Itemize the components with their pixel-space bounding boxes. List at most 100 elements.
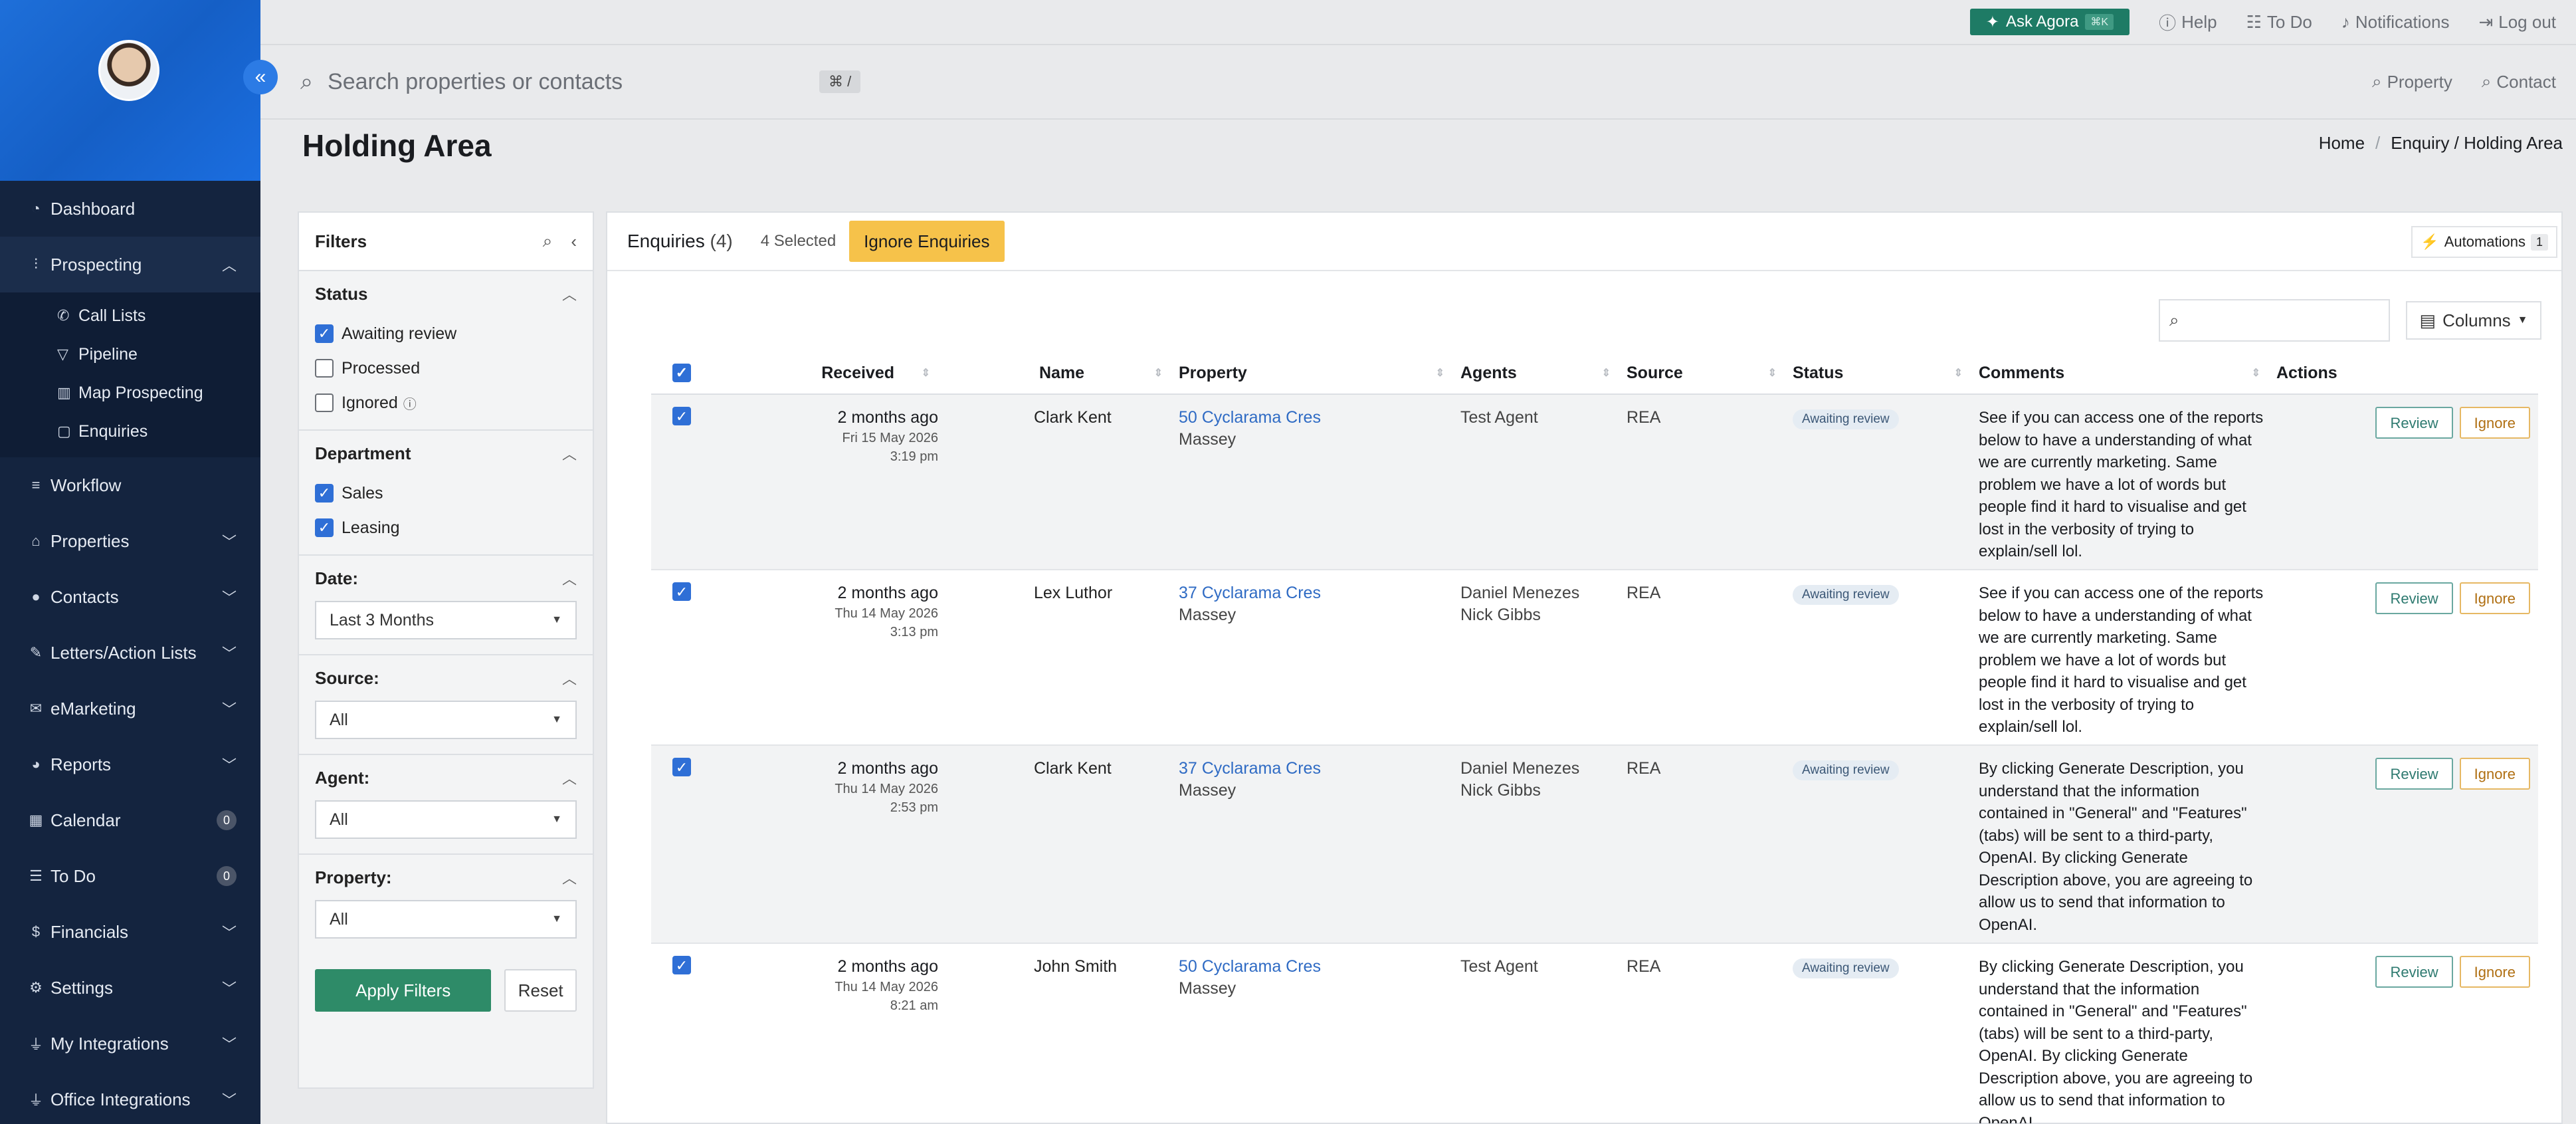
table-row[interactable]: ✓ 2 months ago Thu 14 May 2026 8:21 am Joh… bbox=[651, 944, 2538, 1123]
sidebar-item-emarketing[interactable]: ✉ eMarketing ﹀ bbox=[0, 681, 260, 736]
chevron-up-icon[interactable]: ︿ bbox=[562, 443, 577, 464]
column-comments[interactable]: Comments ⇕ bbox=[1973, 352, 2271, 394]
ignore-button[interactable]: Ignore bbox=[2459, 407, 2530, 439]
sidebar-item-settings[interactable]: ⚙ Settings ﹀ bbox=[0, 960, 260, 1016]
collapse-sidebar-icon[interactable]: « bbox=[243, 60, 278, 94]
review-button[interactable]: Review bbox=[2375, 407, 2453, 439]
ignore-button[interactable]: Ignore bbox=[2459, 956, 2530, 988]
search-icon[interactable]: ⌕ bbox=[543, 231, 553, 252]
chevron-up-icon[interactable]: ︿ bbox=[562, 867, 577, 888]
reset-filters-button[interactable]: Reset bbox=[504, 969, 577, 1012]
sidebar-item-prospecting[interactable]: ⫶ Prospecting ︿ bbox=[0, 237, 260, 292]
ignore-enquiries-button[interactable]: Ignore Enquiries bbox=[849, 221, 1005, 262]
search-property-button[interactable]: ⌕ Property bbox=[2372, 71, 2452, 92]
help-label: Help bbox=[2181, 11, 2217, 32]
property-link[interactable]: 50 Cyclarama Cres bbox=[1179, 407, 1455, 429]
row-checkbox[interactable]: ✓ bbox=[672, 956, 691, 974]
row-checkbox[interactable]: ✓ bbox=[672, 582, 691, 601]
sort-icon[interactable]: ⇕ bbox=[1154, 366, 1163, 380]
breadcrumb-home[interactable]: Home bbox=[2319, 133, 2365, 154]
todo-link[interactable]: ☷ To Do bbox=[2246, 12, 2312, 33]
column-name[interactable]: Name ⇕ bbox=[941, 352, 1173, 394]
search-contact-button[interactable]: ⌕ Contact bbox=[2482, 71, 2556, 92]
agents-cell: Test Agent bbox=[1455, 395, 1621, 569]
chevron-up-icon[interactable]: ︿ bbox=[562, 283, 577, 304]
chevron-left-icon[interactable]: ‹ bbox=[571, 231, 577, 252]
status-awaiting-review-checkbox[interactable]: ✓ Awaiting review bbox=[315, 316, 577, 351]
source-select[interactable]: All ▼ bbox=[315, 701, 577, 739]
sidebar-item-properties[interactable]: ⌂ Properties ﹀ bbox=[0, 513, 260, 569]
checkbox-unchecked[interactable] bbox=[315, 393, 334, 412]
apply-filters-button[interactable]: Apply Filters bbox=[315, 969, 492, 1012]
sidebar-item-office-integrations[interactable]: ⏚ Office Integrations ﹀ bbox=[0, 1071, 260, 1124]
calendar-icon: ▦ bbox=[29, 812, 43, 828]
table-search-input[interactable]: ⌕ bbox=[2159, 299, 2390, 342]
checkbox-checked[interactable]: ✓ bbox=[315, 484, 334, 503]
status-processed-checkbox[interactable]: Processed bbox=[315, 351, 577, 386]
date-select[interactable]: Last 3 Months ▼ bbox=[315, 601, 577, 639]
review-button[interactable]: Review bbox=[2375, 758, 2453, 790]
sidebar-item-pipeline[interactable]: ▽ Pipeline bbox=[0, 335, 260, 374]
department-sales-checkbox[interactable]: ✓ Sales bbox=[315, 476, 577, 510]
sidebar-item-map-prospecting[interactable]: ▥ Map Prospecting bbox=[0, 374, 260, 412]
agent-select[interactable]: All ▼ bbox=[315, 800, 577, 839]
table-row[interactable]: ✓ 2 months ago Fri 15 May 2026 3:19 pm Cla… bbox=[651, 395, 2538, 570]
sidebar-item-my-integrations[interactable]: ⏚ My Integrations ﹀ bbox=[0, 1016, 260, 1071]
table-row[interactable]: ✓ 2 months ago Thu 14 May 2026 2:53 pm Cla… bbox=[651, 746, 2538, 944]
columns-button[interactable]: ▤ Columns ▼ bbox=[2406, 301, 2541, 340]
column-label: Agents bbox=[1460, 363, 1517, 382]
column-status[interactable]: Status ⇕ bbox=[1787, 352, 1973, 394]
notifications-link[interactable]: ♪ Notifications bbox=[2341, 12, 2450, 33]
map-icon: ▥ bbox=[57, 384, 71, 401]
review-button[interactable]: Review bbox=[2375, 582, 2453, 614]
department-leasing-checkbox[interactable]: ✓ Leasing bbox=[315, 510, 577, 545]
column-source[interactable]: Source ⇕ bbox=[1621, 352, 1787, 394]
sidebar-item-reports[interactable]: ◕ Reports ﹀ bbox=[0, 736, 260, 792]
column-received[interactable]: Received ⇕ bbox=[715, 352, 941, 394]
help-link[interactable]: ⓘ Help bbox=[2159, 10, 2217, 35]
property-select[interactable]: All ▼ bbox=[315, 900, 577, 939]
checkbox-checked[interactable]: ✓ bbox=[315, 324, 334, 343]
row-checkbox[interactable]: ✓ bbox=[672, 407, 691, 425]
sort-icon[interactable]: ⇕ bbox=[1768, 366, 1777, 380]
logout-link[interactable]: ⇥ Log out bbox=[2478, 12, 2556, 33]
property-link[interactable]: 37 Cyclarama Cres bbox=[1179, 582, 1455, 604]
row-checkbox[interactable]: ✓ bbox=[672, 758, 691, 776]
search-input[interactable]: Search properties or contacts bbox=[328, 69, 819, 95]
sidebar-item-todo[interactable]: ☰ To Do 0 bbox=[0, 848, 260, 904]
sidebar-item-letters[interactable]: ✎ Letters/Action Lists ﹀ bbox=[0, 625, 260, 681]
column-agents[interactable]: Agents ⇕ bbox=[1455, 352, 1621, 394]
chevron-up-icon[interactable]: ︿ bbox=[562, 767, 577, 788]
automations-button[interactable]: ⚡ Automations 1 bbox=[2411, 226, 2557, 258]
select-all-checkbox[interactable]: ✓ bbox=[672, 364, 691, 382]
review-button[interactable]: Review bbox=[2375, 956, 2453, 988]
ask-agora-button[interactable]: ✦ Ask Agora ⌘K bbox=[1969, 9, 2130, 35]
select-all-cell: ✓ bbox=[651, 352, 715, 394]
status-ignored-checkbox[interactable]: Ignored ⓘ bbox=[315, 386, 577, 420]
column-property[interactable]: Property ⇕ bbox=[1173, 352, 1455, 394]
sort-icon[interactable]: ⇕ bbox=[1436, 366, 1444, 380]
property-link[interactable]: 50 Cyclarama Cres bbox=[1179, 956, 1455, 978]
sidebar-item-financials[interactable]: $ Financials ﹀ bbox=[0, 904, 260, 960]
sidebar-item-call-lists[interactable]: ✆ Call Lists bbox=[0, 296, 260, 335]
sort-icon[interactable]: ⇕ bbox=[922, 366, 930, 380]
ignore-button[interactable]: Ignore bbox=[2459, 582, 2530, 614]
sidebar-item-label: Office Integrations bbox=[50, 1089, 191, 1109]
sort-icon[interactable]: ⇕ bbox=[2252, 366, 2260, 380]
status-cell: Awaiting review bbox=[1787, 746, 1973, 943]
property-link[interactable]: 37 Cyclarama Cres bbox=[1179, 758, 1455, 780]
sidebar-item-contacts[interactable]: ● Contacts ﹀ bbox=[0, 569, 260, 625]
sidebar-item-calendar[interactable]: ▦ Calendar 0 bbox=[0, 792, 260, 848]
ignore-button[interactable]: Ignore bbox=[2459, 758, 2530, 790]
table-row[interactable]: ✓ 2 months ago Thu 14 May 2026 3:13 pm Lex… bbox=[651, 570, 2538, 746]
sidebar-item-enquiries[interactable]: ▢ Enquiries bbox=[0, 412, 260, 451]
sort-icon[interactable]: ⇕ bbox=[1602, 366, 1611, 380]
sidebar-item-dashboard[interactable]: ◔ Dashboard bbox=[0, 181, 260, 237]
sidebar-item-workflow[interactable]: ≡ Workflow bbox=[0, 457, 260, 513]
sort-icon[interactable]: ⇕ bbox=[1954, 366, 1963, 380]
checkbox-checked[interactable]: ✓ bbox=[315, 518, 334, 537]
chevron-up-icon[interactable]: ︿ bbox=[562, 667, 577, 689]
avatar[interactable] bbox=[98, 40, 159, 101]
checkbox-unchecked[interactable] bbox=[315, 359, 334, 378]
chevron-up-icon[interactable]: ︿ bbox=[562, 568, 577, 589]
